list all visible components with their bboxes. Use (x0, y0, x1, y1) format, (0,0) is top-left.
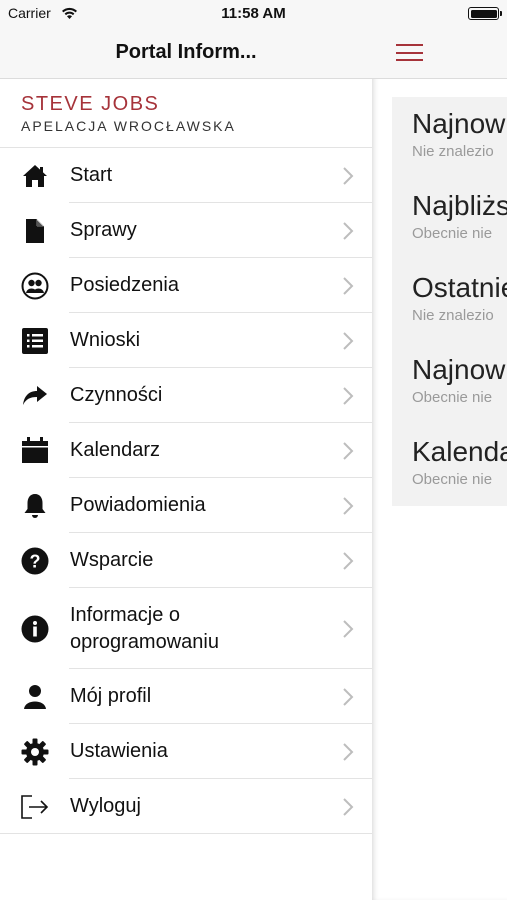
menu-item-powiadomienia[interactable]: Powiadomienia (0, 478, 372, 533)
menu-item-wyloguj[interactable]: Wyloguj (0, 779, 372, 834)
menu-item-label: Kalendarz (70, 439, 161, 461)
user-profile-block: STEVE JOBS APELACJA WROCŁAWSKA (0, 79, 372, 148)
chevron-right-icon (343, 441, 354, 460)
menu-item-informacje[interactable]: Informacje o oprogramowaniu (0, 588, 372, 669)
dashboard-card[interactable]: Najnow Obecnie nie (392, 343, 507, 425)
battery-icon (468, 7, 502, 20)
chevron-right-icon (343, 166, 354, 185)
help-icon: ? (20, 546, 50, 576)
people-icon (20, 271, 50, 301)
gear-icon (20, 737, 50, 767)
svg-text:?: ? (30, 551, 41, 571)
menu-item-start[interactable]: Start (0, 148, 372, 203)
menu-item-ustawienia[interactable]: Ustawienia (0, 724, 372, 779)
card-subtitle: Obecnie nie (412, 225, 493, 242)
card-title: Ostatnie (412, 272, 507, 303)
chevron-right-icon (343, 551, 354, 570)
menu-title: Portal Inform... (115, 40, 257, 63)
menu-item-czynnosci[interactable]: Czynności (0, 368, 372, 423)
menu-item-label: Sprawy (70, 219, 137, 241)
home-icon (20, 161, 50, 191)
menu-item-sprawy[interactable]: Sprawy (0, 203, 372, 258)
chevron-right-icon (343, 276, 354, 295)
status-time: 11:58 AM (221, 5, 286, 22)
chevron-right-icon (343, 386, 354, 405)
menu-item-label: Posiedzenia (70, 274, 179, 296)
main-panel: Najnow Nie znalezio Najbliżs Obecnie nie… (372, 26, 507, 900)
menu-item-wnioski[interactable]: Wnioski (0, 313, 372, 368)
hamburger-menu-icon[interactable] (396, 44, 423, 61)
menu-item-label: Start (70, 164, 113, 186)
chevron-right-icon (343, 687, 354, 706)
dashboard-card[interactable]: Najnow Nie znalezio (392, 97, 507, 179)
menu-item-label: Czynności (70, 384, 163, 406)
menu-item-label: Informacje o oprogramowaniu (70, 602, 219, 656)
user-icon (20, 682, 50, 712)
user-court: APELACJA WROCŁAWSKA (21, 118, 236, 134)
menu-item-label: Ustawienia (70, 740, 168, 762)
card-title: Najnow (412, 354, 506, 385)
dashboard-card[interactable]: Ostatnie Nie znalezio (392, 261, 507, 343)
info-icon (20, 614, 50, 644)
chevron-right-icon (343, 496, 354, 515)
card-title: Najbliżs (412, 190, 507, 221)
user-name: STEVE JOBS (21, 93, 160, 115)
menu-item-label: Powiadomienia (70, 494, 206, 516)
dashboard-cards: Najnow Nie znalezio Najbliżs Obecnie nie… (392, 97, 507, 506)
chevron-right-icon (343, 619, 354, 638)
chevron-right-icon (343, 331, 354, 350)
menu-item-posiedzenia[interactable]: Posiedzenia (0, 258, 372, 313)
chevron-right-icon (343, 742, 354, 761)
menu-list: Start Sprawy Posiedzenia Wnioski Czynnoś… (0, 148, 372, 834)
menu-item-label: Wnioski (70, 329, 141, 351)
dashboard-card[interactable]: Kalenda Obecnie nie (392, 425, 507, 506)
menu-item-kalendarz[interactable]: Kalendarz (0, 423, 372, 478)
menu-item-label: Wsparcie (70, 549, 154, 571)
share-arrow-icon (20, 381, 50, 411)
menu-item-label: Mój profil (70, 685, 152, 707)
status-bar: Carrier 11:58 AM (0, 0, 507, 26)
menu-header: Portal Inform... (0, 26, 372, 79)
bell-icon (20, 491, 50, 521)
card-subtitle: Obecnie nie (412, 389, 493, 406)
dashboard-card[interactable]: Najbliżs Obecnie nie (392, 179, 507, 261)
calendar-icon (20, 436, 50, 466)
card-title: Najnow (412, 108, 506, 139)
card-subtitle: Nie znalezio (412, 307, 494, 324)
menu-item-label-line1: Informacje o (70, 603, 181, 626)
card-subtitle: Nie znalezio (412, 143, 494, 160)
menu-item-label: Wyloguj (70, 795, 141, 817)
menu-item-wsparcie[interactable]: ? Wsparcie (0, 533, 372, 588)
card-title: Kalenda (412, 436, 507, 467)
chevron-right-icon (343, 221, 354, 240)
list-icon (20, 326, 50, 356)
side-menu: Portal Inform... STEVE JOBS APELACJA WRO… (0, 26, 372, 900)
card-subtitle: Obecnie nie (412, 471, 493, 488)
menu-item-label-line2: oprogramowaniu (70, 630, 219, 653)
chevron-right-icon (343, 797, 354, 816)
document-icon (20, 216, 50, 246)
main-header (372, 26, 507, 79)
menu-item-moj-profil[interactable]: Mój profil (0, 669, 372, 724)
logout-icon (20, 792, 50, 822)
